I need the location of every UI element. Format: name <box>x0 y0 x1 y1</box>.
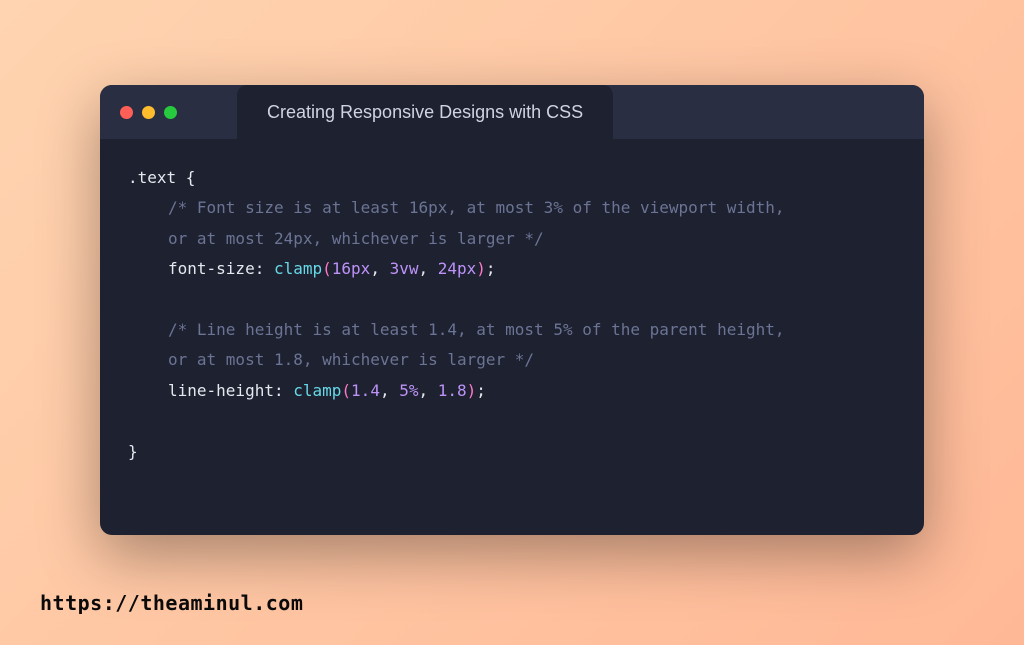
css-value: 1.4 <box>351 381 380 400</box>
code-line: font-size: clamp(16px, 3vw, 24px); <box>128 254 896 284</box>
css-value: 5% <box>399 381 418 400</box>
close-paren: ) <box>476 259 486 278</box>
code-line: or at most 1.8, whichever is larger */ <box>128 345 896 375</box>
close-icon[interactable] <box>120 106 133 119</box>
code-line: line-height: clamp(1.4, 5%, 1.8); <box>128 376 896 406</box>
css-property: font-size <box>168 259 255 278</box>
css-value: 24px <box>438 259 477 278</box>
traffic-lights <box>100 106 197 119</box>
minimize-icon[interactable] <box>142 106 155 119</box>
code-line: } <box>128 437 896 467</box>
css-property: line-height <box>168 381 274 400</box>
code-line: or at most 24px, whichever is larger */ <box>128 224 896 254</box>
window-titlebar: Creating Responsive Designs with CSS <box>100 85 924 139</box>
css-value: 1.8 <box>438 381 467 400</box>
tab-title[interactable]: Creating Responsive Designs with CSS <box>237 85 613 139</box>
css-comment: /* Line height is at least 1.4, at most … <box>168 320 785 339</box>
code-line: /* Font size is at least 16px, at most 3… <box>128 193 896 223</box>
semicolon: ; <box>476 381 486 400</box>
comma: , <box>418 381 437 400</box>
semicolon: ; <box>486 259 496 278</box>
blank-line <box>128 406 896 436</box>
open-paren: ( <box>322 259 332 278</box>
code-line: .text { <box>128 163 896 193</box>
css-function: clamp <box>293 381 341 400</box>
comma: , <box>370 259 389 278</box>
comma: , <box>380 381 399 400</box>
close-brace: } <box>128 442 138 461</box>
colon: : <box>274 381 293 400</box>
css-comment: /* Font size is at least 16px, at most 3… <box>168 198 785 217</box>
code-line: /* Line height is at least 1.4, at most … <box>128 315 896 345</box>
colon: : <box>255 259 274 278</box>
code-window: Creating Responsive Designs with CSS .te… <box>100 85 924 535</box>
css-value: 3vw <box>390 259 419 278</box>
maximize-icon[interactable] <box>164 106 177 119</box>
css-function: clamp <box>274 259 322 278</box>
css-value: 16px <box>332 259 371 278</box>
open-brace: { <box>176 168 195 187</box>
tab-title-label: Creating Responsive Designs with CSS <box>267 102 583 123</box>
css-selector: .text <box>128 168 176 187</box>
css-comment: or at most 24px, whichever is larger */ <box>168 229 544 248</box>
close-paren: ) <box>467 381 477 400</box>
code-area: .text { /* Font size is at least 16px, a… <box>100 139 924 491</box>
blank-line <box>128 285 896 315</box>
comma: , <box>418 259 437 278</box>
source-url[interactable]: https://theaminul.com <box>40 591 303 615</box>
open-paren: ( <box>341 381 351 400</box>
css-comment: or at most 1.8, whichever is larger */ <box>168 350 534 369</box>
